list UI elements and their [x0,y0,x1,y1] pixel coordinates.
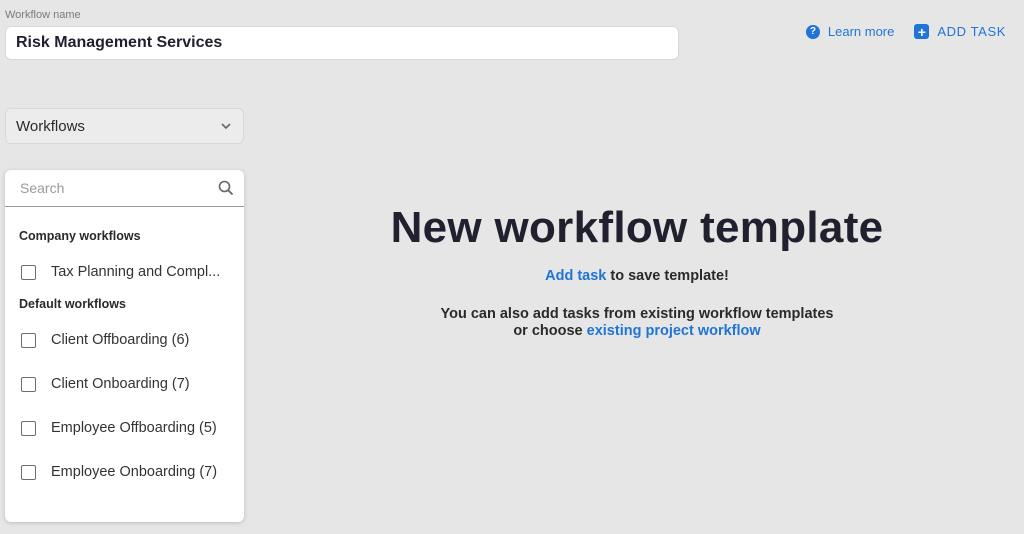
checkbox[interactable] [21,464,36,480]
list-item[interactable]: Client Onboarding (7) [5,362,244,406]
learn-more-link[interactable]: ? Learn more [805,24,895,39]
workflow-list-panel: Company workflows Tax Planning and Compl… [5,170,244,522]
add-task-button[interactable]: + ADD TASK [914,24,1006,39]
search-row [5,170,244,207]
list-item[interactable]: Tax Planning and Compl... [5,250,244,294]
search-input[interactable] [18,179,202,197]
add-task-suffix: to save template! [606,268,729,284]
empty-state: New workflow template Add task to save t… [250,200,1024,339]
checkbox[interactable] [21,264,36,280]
help-circle-icon: ? [805,24,820,39]
list-item-label: Employee Offboarding (5) [51,420,217,436]
list-item-label: Client Offboarding (6) [51,332,190,348]
plus-square-icon: + [914,24,930,39]
checkbox[interactable] [21,376,36,392]
group-title-default: Default workflows [19,297,126,311]
list-item[interactable]: Employee Offboarding (5) [5,406,244,450]
list-item-label: Client Onboarding (7) [51,376,190,392]
group-title-company: Company workflows [19,229,141,243]
checkbox[interactable] [21,332,36,348]
chevron-down-icon [221,123,231,130]
learn-more-label: Learn more [827,24,895,39]
add-task-link[interactable]: Add task [545,268,606,284]
checkbox[interactable] [21,420,36,436]
empty-state-title: New workflow template [390,203,884,252]
workflows-dropdown[interactable]: Workflows [5,108,244,144]
existing-workflow-link[interactable]: existing project workflow [587,323,761,339]
list-item[interactable]: Client Offboarding (6) [5,318,244,362]
workflow-name-input[interactable] [5,26,679,60]
list-item-label: Employee Onboarding (7) [51,464,218,480]
empty-state-line1: Add task to save template! [250,268,1024,284]
empty-state-line2: You can also add tasks from existing wor… [440,306,834,322]
add-task-label: ADD TASK [937,24,1006,39]
line3-prefix: or choose [513,323,587,339]
list-item[interactable]: Employee Onboarding (7) [5,450,244,494]
search-icon[interactable] [218,180,234,196]
dropdown-selected: Workflows [16,117,85,135]
list-item-label: Tax Planning and Compl... [51,264,221,280]
empty-state-line3: or choose existing project workflow [250,323,1024,339]
workflow-name-label: Workflow name [5,9,81,21]
top-actions: ? Learn more + ADD TASK [805,24,1006,39]
